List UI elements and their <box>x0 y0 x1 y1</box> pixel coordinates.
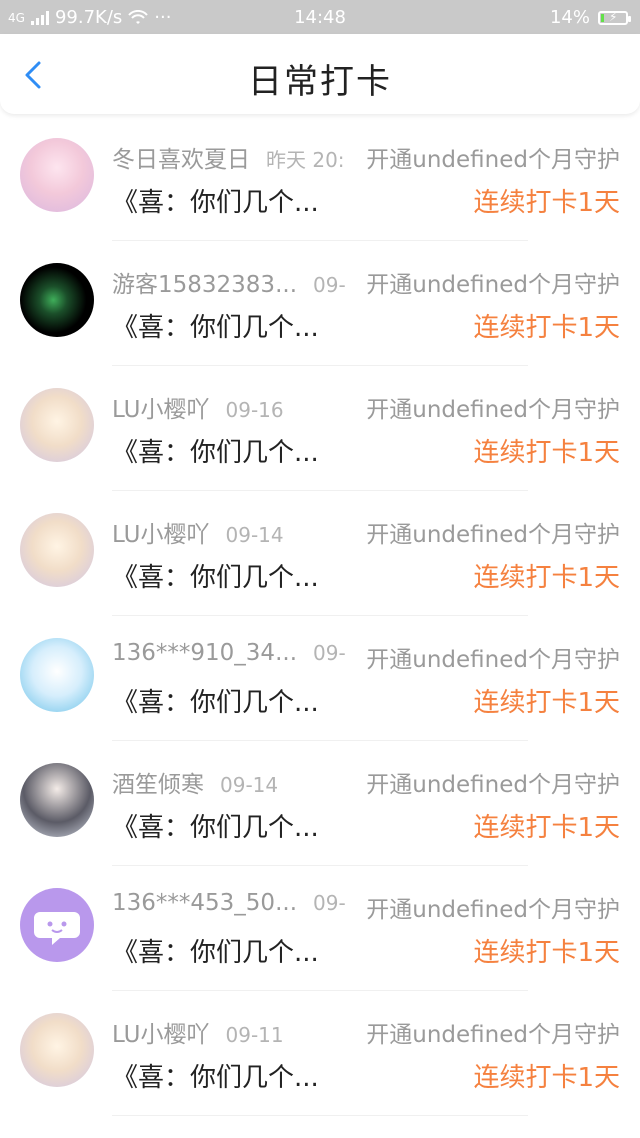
guard-text: 开通undefined个月守护 <box>366 1022 620 1048</box>
message-preview: 《喜：你们几个... <box>112 313 319 343</box>
streak-label: 连续打卡1天 <box>473 688 620 718</box>
avatar[interactable] <box>20 763 94 837</box>
message-preview: 《喜：你们几个... <box>112 188 319 218</box>
guard-text: 开通undefined个月守护 <box>366 522 620 548</box>
user-name: LU小樱吖 09-16 <box>112 390 284 424</box>
divider <box>112 1115 528 1116</box>
message-preview: 《喜：你们几个... <box>112 938 319 968</box>
streak-label: 连续打卡1天 <box>473 438 620 468</box>
post-date: 09- <box>313 891 346 915</box>
list-item[interactable]: LU小樱吖 09-14 开通undefined个月守护 《喜：你们几个... 连续… <box>0 491 640 616</box>
message-preview: 《喜：你们几个... <box>112 813 319 843</box>
chat-bubble-icon <box>34 912 80 945</box>
streak-label: 连续打卡1天 <box>473 813 620 843</box>
user-name: 冬日喜欢夏日 昨天 20: <box>112 140 345 174</box>
avatar[interactable] <box>20 388 94 462</box>
user-name: 136***910_34... 09- <box>112 640 346 666</box>
guard-text: 开通undefined个月守护 <box>366 897 620 923</box>
guard-text: 开通undefined个月守护 <box>366 147 620 173</box>
user-name: LU小樱吖 09-14 <box>112 515 284 549</box>
post-date: 09-14 <box>220 773 279 797</box>
user-name: 136***453_50... 09- <box>112 890 346 916</box>
page-title: 日常打卡 <box>248 62 392 102</box>
clock: 14:48 <box>294 7 346 28</box>
user-name-text: LU小樱吖 <box>112 1022 210 1048</box>
list-item[interactable]: 游客15832383... 09- 开通undefined个月守护 《喜：你们几个… <box>0 241 640 366</box>
message-preview: 《喜：你们几个... <box>112 688 319 718</box>
battery-icon: ⚡ <box>598 9 631 25</box>
streak-label: 连续打卡1天 <box>473 313 620 343</box>
list-item[interactable]: LU小樱吖 09-11 开通undefined个月守护 《喜：你们几个... 连续… <box>0 991 640 1116</box>
user-name-text: LU小樱吖 <box>112 397 210 423</box>
guard-text: 开通undefined个月守护 <box>366 397 620 423</box>
nav-header: 日常打卡 <box>0 34 640 114</box>
user-name-text: 游客15832383... <box>112 272 297 298</box>
guard-text: 开通undefined个月守护 <box>366 272 620 298</box>
list-item[interactable]: 冬日喜欢夏日 昨天 20: 开通undefined个月守护 《喜：你们几个... … <box>0 116 640 241</box>
avatar[interactable] <box>20 138 94 212</box>
list-item[interactable]: 136***910_34... 09- 开通undefined个月守护 《喜：你们… <box>0 616 640 741</box>
charging-icon: ⚡ <box>609 9 618 24</box>
streak-label: 连续打卡1天 <box>473 1063 620 1093</box>
user-name-text: 136***910_34... <box>112 640 297 666</box>
user-name: 游客15832383... 09- <box>112 265 346 299</box>
user-name: 酒笙倾寒 09-14 <box>112 765 278 799</box>
list-item[interactable]: 酒笙倾寒 09-14 开通undefined个月守护 《喜：你们几个... 连续打… <box>0 741 640 866</box>
user-name-text: LU小樱吖 <box>112 522 210 548</box>
user-name-text: 酒笙倾寒 <box>112 772 204 798</box>
message-preview: 《喜：你们几个... <box>112 438 319 468</box>
post-date: 09-14 <box>225 523 284 547</box>
post-date: 09-16 <box>225 398 284 422</box>
avatar[interactable] <box>20 513 94 587</box>
streak-label: 连续打卡1天 <box>473 938 620 968</box>
avatar[interactable] <box>20 263 94 337</box>
user-name-text: 136***453_50... <box>112 890 297 916</box>
post-date: 09- <box>313 641 346 665</box>
guard-text: 开通undefined个月守护 <box>366 647 620 673</box>
checkin-list: 冬日喜欢夏日 昨天 20: 开通undefined个月守护 《喜：你们几个... … <box>0 116 640 1116</box>
post-date: 09-11 <box>225 1023 284 1047</box>
avatar[interactable] <box>20 638 94 712</box>
battery-percent: 14% <box>549 7 590 28</box>
streak-label: 连续打卡1天 <box>473 188 620 218</box>
user-name: LU小樱吖 09-11 <box>112 1015 284 1049</box>
guard-text: 开通undefined个月守护 <box>366 772 620 798</box>
battery-fill <box>601 13 604 22</box>
avatar[interactable] <box>20 888 94 962</box>
message-preview: 《喜：你们几个... <box>112 1063 319 1093</box>
post-date: 09- <box>313 273 346 297</box>
user-name-text: 冬日喜欢夏日 <box>112 147 250 173</box>
avatar[interactable] <box>20 1013 94 1087</box>
message-preview: 《喜：你们几个... <box>112 563 319 593</box>
list-item[interactable]: 136***453_50... 09- 开通undefined个月守护 《喜：你们… <box>0 866 640 991</box>
streak-label: 连续打卡1天 <box>473 563 620 593</box>
status-bar: 4G 99.7K/s ··· 14:48 14% ⚡ <box>0 0 640 34</box>
list-item[interactable]: LU小樱吖 09-16 开通undefined个月守护 《喜：你们几个... 连续… <box>0 366 640 491</box>
post-date: 昨天 20: <box>266 148 345 172</box>
